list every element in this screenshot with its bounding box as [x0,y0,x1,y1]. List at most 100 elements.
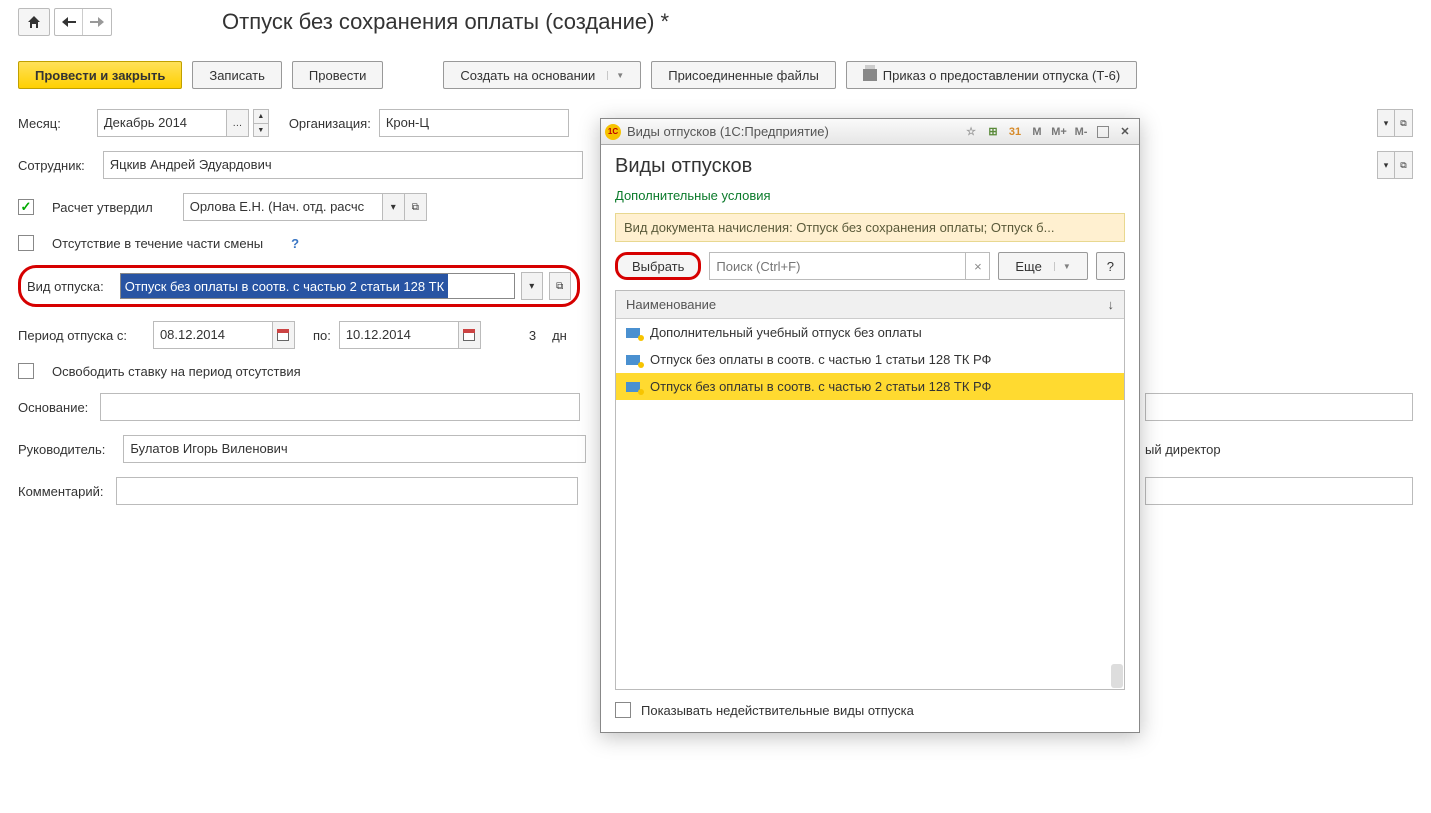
forward-button[interactable] [83,9,111,35]
vacation-type-icon [626,355,640,365]
select-button[interactable]: Выбрать [615,252,701,280]
vac-type-open[interactable]: ⧉ [549,272,571,300]
comment-label: Комментарий: [18,484,104,499]
calc-confirmed-input[interactable]: Орлова Е.Н. (Нач. отд. расчс [183,193,383,221]
list-header-label: Наименование [626,297,716,312]
list-item[interactable]: Отпуск без оплаты в соотв. с частью 1 ст… [616,346,1124,373]
show-inactive-label: Показывать недействительные виды отпуска [641,703,914,718]
field-open-2[interactable]: ⧉ [1395,151,1413,179]
dialog-footer: Показывать недействительные виды отпуска [615,690,1125,718]
dialog-help-button[interactable]: ? [1096,252,1125,280]
create-based-on-button[interactable]: Создать на основании [443,61,641,89]
memory-m-icon[interactable]: M [1027,123,1047,141]
period-to-calendar[interactable] [459,321,481,349]
page-title: Отпуск без сохранения оплаты (создание) … [222,9,669,35]
sort-arrow-icon: ↓ [1108,297,1115,312]
dialog-titlebar-text: Виды отпусков (1С:Предприятие) [627,124,829,139]
release-rate-checkbox[interactable] [18,363,34,379]
search-clear-button[interactable]: × [966,252,990,280]
list-item[interactable]: Отпуск без оплаты в соотв. с частью 2 ст… [616,373,1124,400]
month-down-button[interactable]: ▼ [253,123,269,137]
memory-mminus-icon[interactable]: M- [1071,123,1091,141]
help-icon[interactable]: ? [291,236,299,251]
calc-confirmed-label: Расчет утвердил [52,200,153,215]
dialog-body: Виды отпусков Дополнительные условия Вид… [601,145,1139,732]
favorite-icon[interactable]: ☆ [961,123,981,141]
dialog-heading: Виды отпусков [615,155,1125,178]
header-row: Отпуск без сохранения оплаты (создание) … [18,8,1413,36]
scrollbar-thumb[interactable] [1111,664,1123,688]
comment-input[interactable] [116,477,578,505]
calc-confirmed-dropdown[interactable]: ▾ [383,193,405,221]
toolbar: Провести и закрыть Записать Провести Соз… [18,61,1413,89]
home-button[interactable] [18,8,50,36]
period-from-calendar[interactable] [273,321,295,349]
vac-types-list: Наименование ↓ Дополнительный учебный от… [615,290,1125,690]
back-button[interactable] [55,9,83,35]
calc-confirmed-open[interactable]: ⧉ [405,193,427,221]
employee-label: Сотрудник: [18,158,85,173]
field-open-1[interactable]: ⧉ [1395,109,1413,137]
memory-mplus-icon[interactable]: M+ [1049,123,1069,141]
calc-confirmed-checkbox[interactable]: ✓ [18,199,34,215]
vac-type-dropdown[interactable]: ▾ [521,272,543,300]
vac-type-value: Отпуск без оплаты в соотв. с частью 2 ст… [121,274,448,298]
manager-input[interactable]: Булатов Игорь Виленович [123,435,586,463]
field-dropdown-1[interactable]: ▾ [1377,109,1395,137]
vac-type-highlight: Вид отпуска: Отпуск без оплаты в соотв. … [18,265,580,307]
list-header[interactable]: Наименование ↓ [616,291,1124,319]
period-to-label: по: [313,328,331,343]
release-rate-label: Освободить ставку на период отсутствия [52,364,301,379]
field-dropdown-2[interactable]: ▾ [1377,151,1395,179]
period-to-input[interactable]: 10.12.2014 [339,321,459,349]
employee-input[interactable]: Яцкив Андрей Эдуардович [103,151,583,179]
maximize-button[interactable] [1093,123,1113,141]
more-button[interactable]: Еще [998,252,1087,280]
vac-type-input[interactable]: Отпуск без оплаты в соотв. с частью 2 ст… [120,273,515,299]
partial-shift-label: Отсутствие в течение части смены [52,236,263,251]
period-from-label: Период отпуска с: [18,328,127,343]
month-input[interactable]: Декабрь 2014 [97,109,227,137]
partial-shift-checkbox[interactable] [18,235,34,251]
list-item-label: Дополнительный учебный отпуск без оплаты [650,325,922,340]
close-button[interactable]: ✕ [1115,123,1135,141]
dialog-actions: Выбрать × Еще ? [615,252,1125,280]
vacation-type-icon [626,328,640,338]
days-count: 3 [529,328,536,343]
calendar-icon[interactable]: 31 [1005,123,1025,141]
month-picker-button[interactable]: … [227,109,249,137]
list-item[interactable]: Дополнительный учебный отпуск без оплаты [616,319,1124,346]
save-button[interactable]: Записать [192,61,282,89]
month-label: Месяц: [18,116,61,131]
calendar-icon [461,327,477,343]
calculator-icon[interactable]: ⊞ [983,123,1003,141]
dialog-filter-text: Вид документа начисления: Отпуск без сох… [615,213,1125,242]
organization-input[interactable]: Крон-Ц [379,109,569,137]
basis-input-right[interactable] [1145,393,1413,421]
period-from-input[interactable]: 08.12.2014 [153,321,273,349]
search-input[interactable] [709,252,966,280]
list-body: Дополнительный учебный отпуск без оплаты… [616,319,1124,689]
print-t6-label: Приказ о предоставлении отпуска (Т-6) [883,68,1120,83]
manager-position-tail: ый директор [1145,442,1221,457]
month-up-button[interactable]: ▲ [253,109,269,123]
basis-input[interactable] [100,393,580,421]
show-inactive-checkbox[interactable] [615,702,631,718]
comment-input-right[interactable] [1145,477,1413,505]
printer-icon [863,69,877,81]
attached-files-button[interactable]: Присоединенные файлы [651,61,836,89]
print-t6-button[interactable]: Приказ о предоставлении отпуска (Т-6) [846,61,1137,89]
vac-types-dialog: 1С Виды отпусков (1С:Предприятие) ☆ ⊞ 31… [600,118,1140,733]
post-and-close-button[interactable]: Провести и закрыть [18,61,182,89]
dialog-titlebar[interactable]: 1С Виды отпусков (1С:Предприятие) ☆ ⊞ 31… [601,119,1139,145]
basis-label: Основание: [18,400,88,415]
list-item-label: Отпуск без оплаты в соотв. с частью 1 ст… [650,352,991,367]
vac-type-label: Вид отпуска: [27,279,104,294]
post-button[interactable]: Провести [292,61,384,89]
nav-buttons [18,8,112,36]
days-suffix: дн [552,328,567,343]
one-c-logo-icon: 1С [605,124,621,140]
nav-back-forward [54,8,112,36]
extra-conditions-link[interactable]: Дополнительные условия [615,188,771,203]
calendar-icon [275,327,291,343]
